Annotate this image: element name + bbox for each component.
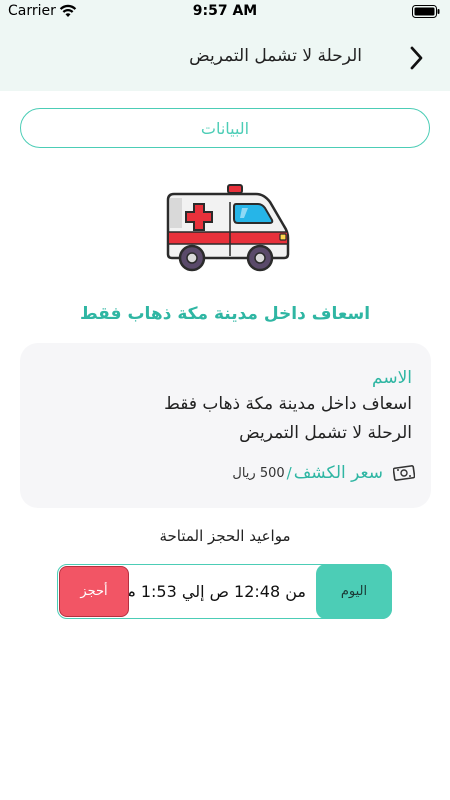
book-button[interactable]: أحجز	[59, 566, 129, 617]
price-row: سعر الكشف / 500 ريال	[232, 463, 415, 483]
slot-row: اليوم من 12:48 ص إلي 1:53 م أحجز	[57, 564, 392, 619]
slot-time: من 12:48 ص إلي 1:53 م	[125, 582, 306, 601]
service-name: اسعاف داخل مدينة مكة ذهاب فقط	[164, 394, 412, 414]
info-card: الاسم اسعاف داخل مدينة مكة ذهاب فقط الرح…	[20, 343, 431, 508]
price-separator: /	[286, 464, 292, 482]
price-value: 500 ريال	[232, 465, 285, 481]
battery-icon	[412, 5, 440, 18]
book-button-label: أحجز	[80, 584, 108, 599]
status-time: 9:57 AM	[192, 3, 258, 19]
tab-data-label: البيانات	[200, 118, 250, 138]
page-title: الرحلة لا تشمل التمريض	[189, 46, 362, 66]
ambulance-icon	[166, 184, 290, 272]
status-bar: Carrier 9:57 AM	[0, 0, 450, 24]
service-note: الرحلة لا تشمل التمريض	[239, 423, 412, 443]
day-badge: اليوم	[316, 564, 392, 619]
name-label: الاسم	[372, 368, 412, 388]
price-label: سعر الكشف	[293, 463, 383, 483]
tab-data[interactable]: البيانات	[20, 108, 430, 148]
slots-heading: مواعيد الحجز المتاحة	[159, 527, 291, 545]
service-title: اسعاف داخل مدينة مكة ذهاب فقط	[79, 304, 371, 324]
chevron-right-icon[interactable]	[405, 44, 427, 72]
day-label: اليوم	[340, 584, 368, 599]
nav-bar: الرحلة لا تشمل التمريض	[0, 24, 450, 91]
money-icon	[393, 465, 415, 481]
